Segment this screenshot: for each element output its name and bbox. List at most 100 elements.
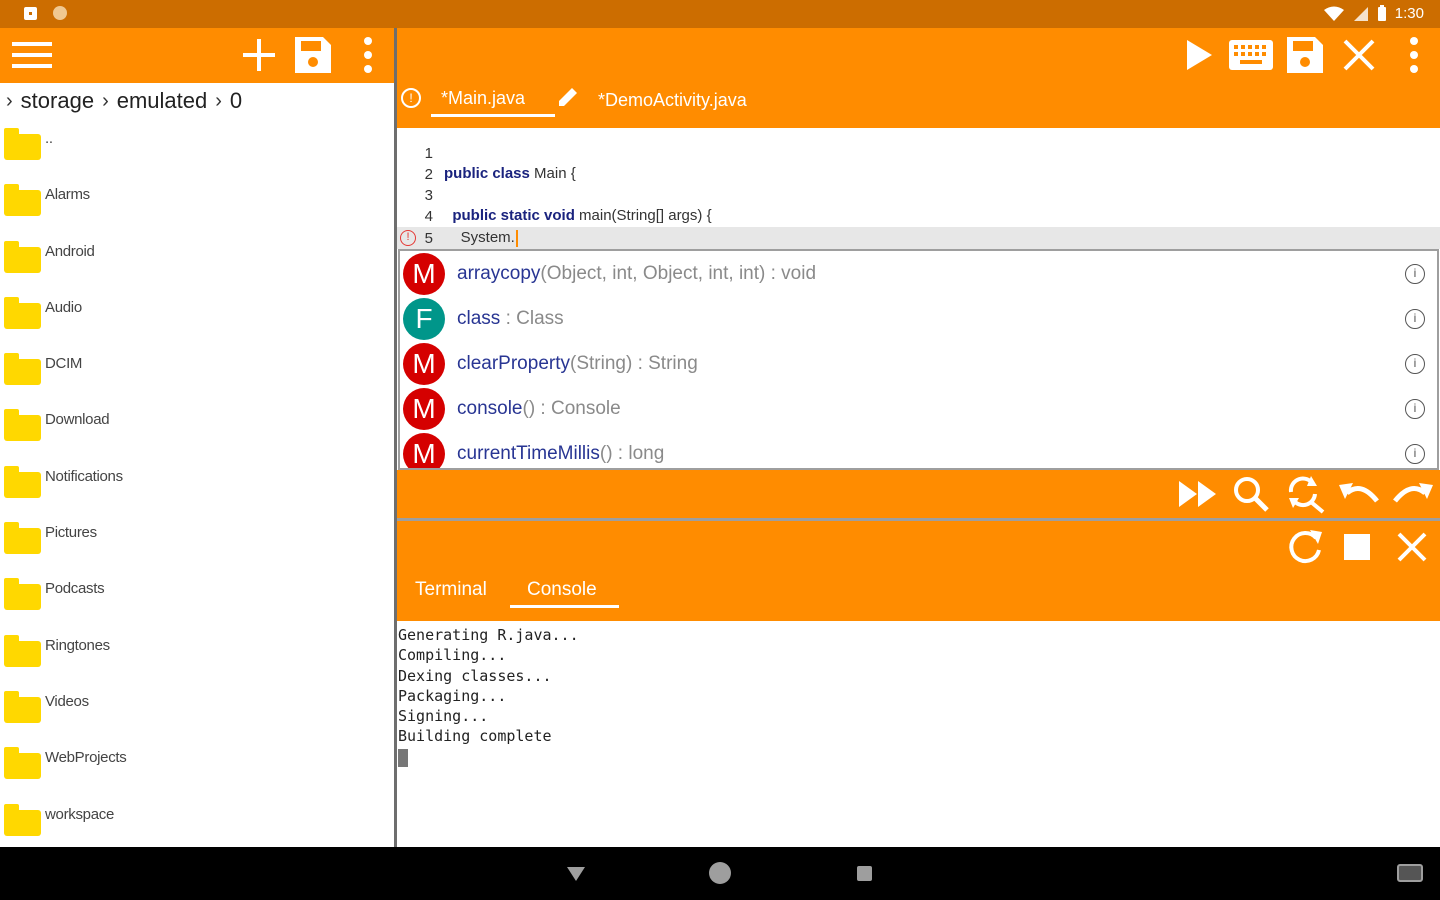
- stop-icon[interactable]: [1343, 533, 1371, 561]
- chevron-right-icon: ›: [102, 89, 109, 112]
- tab-demoactivity-java[interactable]: *DemoActivity.java: [598, 86, 747, 110]
- completion-item[interactable]: M clearProperty(String) : String i: [400, 341, 1437, 386]
- file-item-workspace[interactable]: workspace: [0, 794, 394, 850]
- console-output[interactable]: Generating R.java... Compiling... Dexing…: [397, 621, 1440, 847]
- info-icon[interactable]: i: [1405, 264, 1425, 284]
- save-icon[interactable]: [292, 34, 334, 76]
- breadcrumb-0[interactable]: 0: [230, 88, 242, 114]
- breadcrumb: › storage › emulated › 0: [6, 88, 242, 114]
- recent-apps-icon[interactable]: [857, 866, 872, 881]
- keyboard-icon[interactable]: [1227, 38, 1275, 72]
- run-icon[interactable]: [1183, 36, 1215, 74]
- signal-icon: [1353, 6, 1368, 21]
- system-nav-bar: [0, 847, 1440, 900]
- file-item-notifications[interactable]: Notifications: [0, 456, 394, 512]
- folder-icon: [4, 747, 41, 780]
- field-badge-icon: F: [403, 298, 445, 340]
- wifi-icon: [1323, 6, 1344, 21]
- home-icon[interactable]: [709, 862, 731, 884]
- save-icon[interactable]: [1284, 34, 1326, 76]
- file-item-ringtones[interactable]: Ringtones: [0, 625, 394, 681]
- folder-icon: [4, 353, 41, 386]
- file-item-podcasts[interactable]: Podcasts: [0, 568, 394, 624]
- console-line: Building complete: [398, 727, 552, 746]
- search-icon[interactable]: [1231, 474, 1271, 514]
- console-line: Packaging...: [398, 686, 507, 705]
- add-icon[interactable]: [240, 36, 278, 74]
- breadcrumb-emulated[interactable]: emulated: [117, 88, 208, 114]
- file-browser-toolbar: [0, 28, 394, 83]
- keyboard-switch-icon[interactable]: [1397, 864, 1423, 882]
- more-vert-icon[interactable]: [356, 36, 380, 74]
- file-item-pictures[interactable]: Pictures: [0, 512, 394, 568]
- fast-forward-icon[interactable]: [1177, 476, 1219, 512]
- method-badge-icon: M: [403, 253, 445, 295]
- method-badge-icon: M: [403, 433, 445, 468]
- file-item-videos[interactable]: Videos: [0, 681, 394, 737]
- console-cursor: [398, 748, 408, 767]
- refresh-icon[interactable]: [1285, 527, 1325, 567]
- folder-icon: [4, 128, 41, 160]
- folder-icon: [4, 240, 41, 273]
- completion-item[interactable]: M currentTimeMillis() : long i: [400, 431, 1437, 468]
- error-icon: !: [401, 88, 421, 108]
- file-item-android[interactable]: Android: [0, 231, 394, 287]
- error-icon[interactable]: !: [400, 230, 416, 246]
- notification-icon: [24, 6, 37, 20]
- console-toolbar: Terminal Console: [397, 521, 1440, 621]
- close-icon[interactable]: [1341, 37, 1377, 73]
- tab-console[interactable]: Console: [527, 579, 597, 601]
- file-item-webprojects[interactable]: WebProjects: [0, 737, 394, 793]
- editor-action-bar: [397, 470, 1440, 518]
- chevron-right-icon: ›: [215, 89, 222, 112]
- info-icon[interactable]: i: [1405, 444, 1425, 464]
- folder-icon: [4, 409, 41, 442]
- folder-icon: [4, 690, 41, 723]
- tab-terminal[interactable]: Terminal: [415, 579, 487, 601]
- folder-icon: [4, 465, 41, 498]
- info-icon[interactable]: i: [1405, 354, 1425, 374]
- file-list: .. Alarms Android Audio DCIM Download No…: [0, 118, 394, 850]
- file-item-download[interactable]: Download: [0, 399, 394, 455]
- text-cursor: [515, 229, 518, 247]
- file-item-audio[interactable]: Audio: [0, 287, 394, 343]
- edit-icon[interactable]: [557, 86, 579, 108]
- menu-icon[interactable]: [10, 38, 54, 72]
- info-icon[interactable]: i: [1405, 399, 1425, 419]
- tab-main-java[interactable]: ! *Main.java: [401, 86, 556, 122]
- close-icon[interactable]: [1395, 530, 1429, 564]
- console-line: Compiling...: [398, 646, 507, 665]
- console-line: Generating R.java...: [398, 626, 579, 644]
- completion-item[interactable]: M arraycopy(Object, int, Object, int, in…: [400, 251, 1437, 296]
- chevron-right-icon: ›: [6, 89, 13, 112]
- status-time: 1:30: [1394, 5, 1424, 22]
- completion-item[interactable]: F class : Class i: [400, 296, 1437, 341]
- status-bar: 1:30: [0, 0, 1440, 28]
- file-item-dcim[interactable]: DCIM: [0, 343, 394, 399]
- breadcrumb-storage[interactable]: storage: [21, 88, 94, 114]
- editor-toolbar: ! *Main.java *DemoActivity.java: [397, 28, 1440, 128]
- folder-icon: [4, 522, 41, 555]
- undo-icon[interactable]: [1337, 476, 1381, 512]
- code-line: 2 public class Main {: [424, 165, 576, 183]
- code-line: 4 public static void main(String[] args)…: [424, 207, 712, 225]
- redo-icon[interactable]: [1391, 476, 1435, 512]
- code-editor[interactable]: 1 2 public class Main { 3 4 public stati…: [397, 128, 1440, 250]
- method-badge-icon: M: [403, 343, 445, 385]
- info-icon[interactable]: i: [1405, 309, 1425, 329]
- file-item-parent[interactable]: ..: [0, 118, 394, 174]
- more-vert-icon[interactable]: [1402, 36, 1426, 74]
- folder-icon: [4, 803, 41, 836]
- code-line: 1: [424, 145, 433, 162]
- find-replace-icon[interactable]: [1284, 474, 1326, 514]
- notification-dot-icon: [53, 6, 67, 20]
- completion-item[interactable]: M console() : Console i: [400, 386, 1437, 431]
- battery-icon: [1377, 5, 1386, 21]
- method-badge-icon: M: [403, 388, 445, 430]
- folder-icon: [4, 634, 41, 667]
- active-tab-indicator: [510, 605, 619, 608]
- active-tab-indicator: [431, 114, 555, 117]
- folder-icon: [4, 578, 41, 611]
- file-item-alarms[interactable]: Alarms: [0, 174, 394, 230]
- back-icon[interactable]: [567, 867, 585, 881]
